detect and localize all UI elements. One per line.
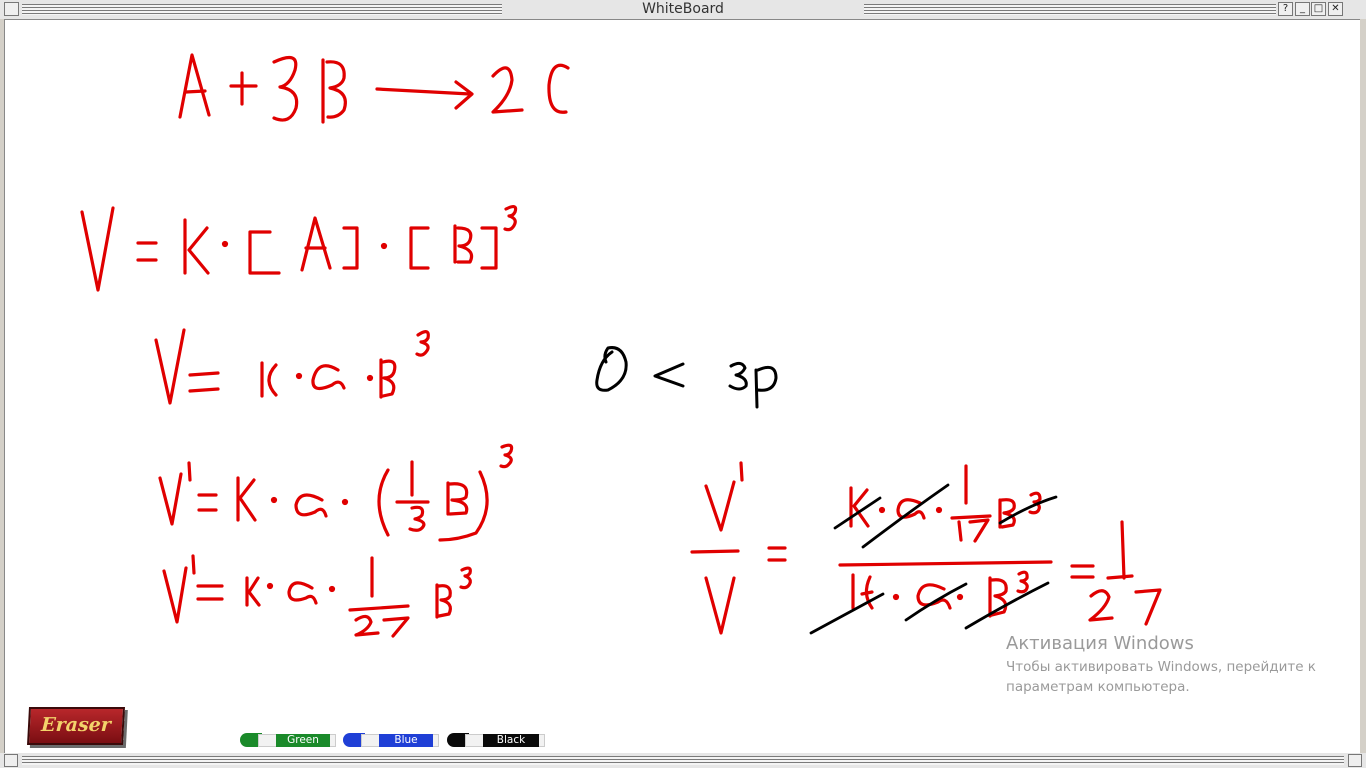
- eraser-button[interactable]: Eraser: [27, 707, 125, 745]
- equation-rate-new-simplified: [162, 554, 472, 638]
- green-marker-button[interactable]: Green: [240, 731, 338, 749]
- whiteboard-window: WhiteBoard ? _ □ ✕ Активация Windows Что…: [0, 0, 1366, 768]
- bottom-grip: [22, 756, 1344, 765]
- blue-marker-button[interactable]: Blue: [343, 731, 441, 749]
- black-marker-label: Black: [483, 734, 539, 747]
- bottom-frame: [0, 753, 1366, 768]
- eraser-label: Eraser: [40, 714, 112, 736]
- bottom-left-resize-handle[interactable]: [4, 754, 18, 767]
- equation-rate-new: [158, 443, 514, 542]
- bottom-right-resize-handle[interactable]: [1348, 754, 1362, 767]
- equation-rate-concentrations: [154, 328, 430, 405]
- activation-watermark-text: Чтобы активировать Windows, перейдите к …: [1006, 659, 1316, 695]
- green-marker-label: Green: [276, 734, 330, 747]
- equation-rate-law: [80, 205, 518, 292]
- activation-watermark-title: Активация Windows: [1006, 633, 1194, 654]
- cancellation-strikes: [809, 483, 1058, 635]
- annotation-b-less-3p: [595, 346, 778, 409]
- black-marker-button[interactable]: Black: [447, 731, 547, 749]
- blue-marker-label: Blue: [379, 734, 433, 747]
- equation-reaction: [178, 53, 570, 124]
